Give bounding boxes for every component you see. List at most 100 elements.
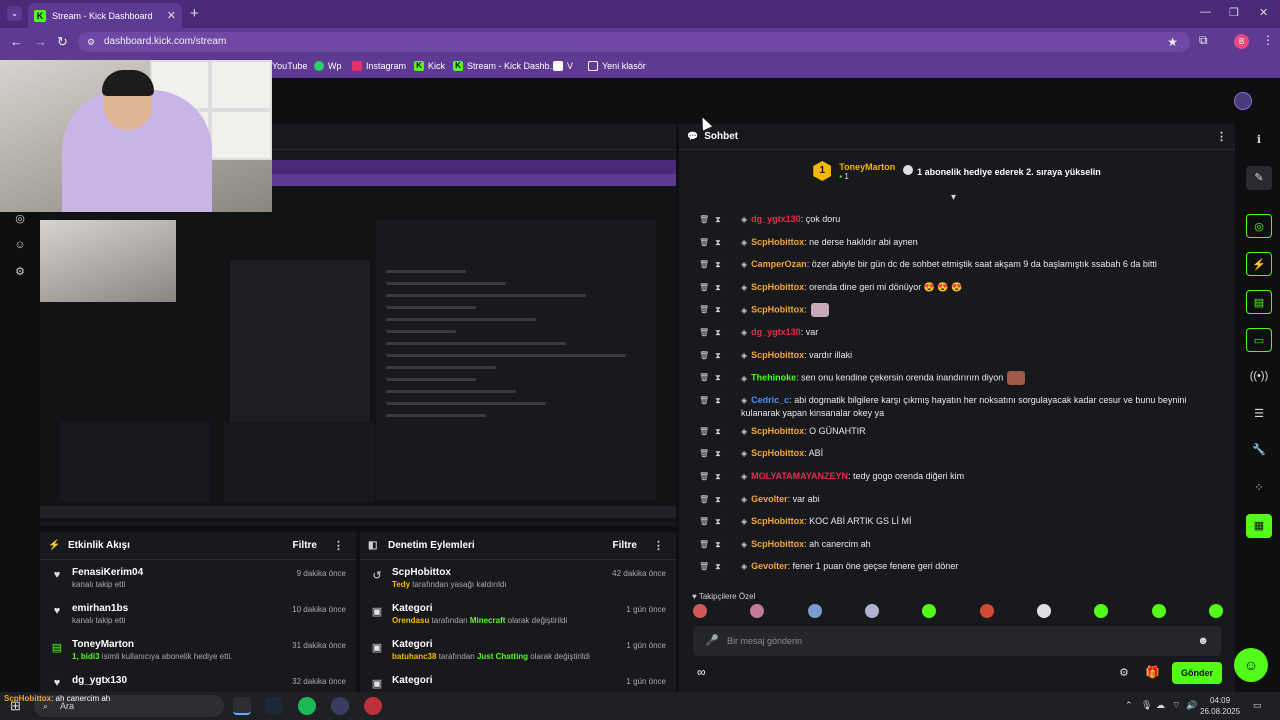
- bookmark-instagram[interactable]: Instagram: [352, 61, 406, 71]
- moderation-actions-icon[interactable]: 🗑⧗: [699, 493, 727, 506]
- chat-username[interactable]: Thehinoke: [751, 373, 796, 383]
- moderation-actions-icon[interactable]: 🗑⧗: [699, 326, 727, 339]
- extensions-icon[interactable]: ⧉: [1199, 33, 1208, 48]
- chat-message[interactable]: 🗑⧗ ◈ Gevolter: fener 1 puan öne geçse fene…: [679, 555, 1219, 578]
- microphone-icon[interactable]: 🎤: [705, 626, 719, 656]
- taskbar-clock[interactable]: 04:09 26.08.2025: [1200, 695, 1240, 717]
- volume-icon[interactable]: 🔊: [1186, 700, 1197, 711]
- chat-username[interactable]: ScpHobittox: [751, 350, 804, 360]
- list-item[interactable]: ♥ FenasiKerim04 kanalı takip etti 9 daki…: [40, 560, 356, 596]
- app-icon[interactable]: [331, 697, 349, 715]
- chat-message[interactable]: 🗑⧗ ◈ ScpHobittox: KOC ABİ ARTIK GS Lİ Mİ: [679, 510, 1219, 533]
- wifi-icon[interactable]: ⌔: [1172, 700, 1180, 711]
- capture-icon[interactable]: ◎: [10, 212, 30, 225]
- moderation-actions-icon[interactable]: 🗑⧗: [699, 515, 727, 528]
- notes-icon[interactable]: ▤: [1246, 290, 1272, 314]
- spotify-app-icon[interactable]: [298, 697, 316, 715]
- chat-username[interactable]: ScpHobittox: [751, 305, 804, 315]
- new-tab-button[interactable]: +: [190, 5, 199, 22]
- steam-app-icon[interactable]: [265, 697, 283, 715]
- edit-icon[interactable]: ✎: [1246, 166, 1272, 190]
- reload-icon[interactable]: ↻: [57, 34, 68, 50]
- info-icon[interactable]: ℹ: [1246, 128, 1272, 152]
- settings-icon[interactable]: ⚙: [10, 265, 30, 278]
- support-chat-button[interactable]: ☺: [1234, 648, 1268, 682]
- forward-icon[interactable]: →: [34, 34, 47, 49]
- chat-message[interactable]: 🗑⧗ ◈ ScpHobittox: O GÜNAHTIR: [679, 420, 1219, 443]
- emote-icon[interactable]: [979, 604, 994, 618]
- bookmark-folder[interactable]: Yeni klasör: [588, 61, 646, 71]
- minimize-icon[interactable]: —: [1200, 6, 1211, 18]
- moderation-actions-icon[interactable]: 🗑⧗: [699, 371, 727, 384]
- chat-username[interactable]: Cedric_c: [751, 395, 789, 405]
- emote-icon[interactable]: [693, 604, 707, 618]
- chat-message[interactable]: 🗑⧗ ◈ CamperOzan: özer abiyle bir gün dc de…: [679, 253, 1219, 276]
- bookmark-wp[interactable]: Wp: [314, 61, 342, 71]
- moderation-actions-icon[interactable]: 🗑⧗: [699, 258, 727, 271]
- emote-icon[interactable]: [1208, 604, 1223, 618]
- close-window-icon[interactable]: ✕: [1259, 6, 1268, 19]
- list-item[interactable]: ↺ ScpHobittox Tedy tarafından yasağı kal…: [360, 560, 676, 596]
- chat-username[interactable]: Gevolter: [751, 561, 788, 571]
- chat-username[interactable]: ScpHobittox: [751, 426, 804, 436]
- obs-app-icon[interactable]: [364, 697, 382, 715]
- emote-icon[interactable]: [1151, 604, 1166, 618]
- mic-tray-icon[interactable]: 🎙: [1141, 700, 1152, 711]
- browser-tab[interactable]: K Stream - Kick Dashboard ✕: [28, 3, 182, 28]
- tab-search-button[interactable]: ⌄: [7, 6, 22, 21]
- kick-points-icon[interactable]: ∞: [697, 665, 706, 679]
- capture-icon[interactable]: ◎: [1246, 214, 1272, 238]
- layers-icon[interactable]: ☰: [1246, 402, 1272, 426]
- chat-message[interactable]: 🗑⧗ ◈ ScpHobittox: ne derse haklıdır abi ay…: [679, 231, 1219, 254]
- bookmark-kick[interactable]: K Kick: [414, 61, 445, 71]
- chat-message[interactable]: 🗑⧗ ◈ Cedric_c: abi dogmatik bilgilere karş…: [679, 389, 1219, 420]
- chat-message[interactable]: 🗑⧗ ◈ ScpHobittox: ah canercim ah: [679, 533, 1219, 556]
- moderation-actions-icon[interactable]: 🗑⧗: [699, 538, 727, 551]
- dots-icon[interactable]: ⁘: [1246, 476, 1272, 500]
- chat-username[interactable]: ScpHobittox: [751, 448, 804, 458]
- gift-leaderboard-banner[interactable]: 1 ToneyMarton ▪ 1 1 abonelik hediye eder…: [679, 152, 1235, 190]
- moderation-actions-icon[interactable]: 🗑⧗: [699, 447, 727, 460]
- chat-username[interactable]: ScpHobittox: [751, 539, 804, 549]
- chat-settings-icon[interactable]: ⚙: [1119, 666, 1129, 679]
- clapper-icon[interactable]: ▦: [1246, 514, 1272, 538]
- list-item[interactable]: ♥ emirhan1bs kanalı takip etti 10 dakika…: [40, 596, 356, 632]
- notification-icon[interactable]: ▭: [1253, 700, 1262, 711]
- activity-filter-button[interactable]: Filtre: [293, 540, 317, 551]
- chat-username[interactable]: MOLYATAMAYANZEYN: [751, 471, 848, 481]
- emoji-icon[interactable]: ☻: [1197, 626, 1209, 656]
- moderation-actions-icon[interactable]: 🗑⧗: [699, 425, 727, 438]
- moderation-menu-icon[interactable]: ⋮: [653, 539, 664, 552]
- onedrive-icon[interactable]: ☁: [1156, 700, 1165, 711]
- chat-message[interactable]: 🗑⧗ ◈ MOLYATAMAYANZEYN: tedy gogo orenda di…: [679, 465, 1219, 488]
- bookmark-star-icon[interactable]: ★: [1167, 32, 1178, 52]
- stream-preview-video[interactable]: [40, 160, 676, 522]
- chat-message[interactable]: 🗑⧗ ◈ dg_ygtx130: çok doru: [679, 208, 1219, 231]
- chat-message-input[interactable]: 🎤 Bir mesaj gönderin ☻: [693, 626, 1221, 656]
- bookmark-stream-dashboard[interactable]: K Stream - Kick Dashb...: [453, 61, 557, 71]
- chat-message[interactable]: 🗑⧗ ◈ Gevolter: var abi: [679, 488, 1219, 511]
- emote-icon[interactable]: [750, 604, 765, 618]
- bookmark-v[interactable]: V: [553, 61, 573, 71]
- chat-menu-icon[interactable]: ⋮: [1216, 130, 1227, 143]
- collapse-banner-icon[interactable]: ▾: [951, 192, 956, 203]
- site-info-icon[interactable]: ⚙: [87, 32, 95, 52]
- emote-icon[interactable]: [922, 604, 937, 618]
- moderation-actions-icon[interactable]: 🗑⧗: [699, 470, 727, 483]
- chat-username[interactable]: Gevolter: [751, 494, 788, 504]
- lightning-icon[interactable]: ⚡: [1246, 252, 1272, 276]
- moderation-actions-icon[interactable]: 🗑⧗: [699, 213, 727, 226]
- moderation-actions-icon[interactable]: 🗑⧗: [699, 303, 727, 316]
- wrench-icon[interactable]: 🔧: [1246, 438, 1272, 462]
- chat-username[interactable]: ScpHobittox: [751, 282, 804, 292]
- emote-icon[interactable]: [864, 604, 879, 618]
- chat-icon[interactable]: ▭: [1246, 328, 1272, 352]
- chrome-app-icon[interactable]: [233, 697, 251, 715]
- broadcast-icon[interactable]: ((•)): [1246, 364, 1272, 388]
- chat-message[interactable]: 🗑⧗ ◈ ScpHobittox:: [679, 298, 1219, 321]
- moderation-filter-button[interactable]: Filtre: [613, 540, 637, 551]
- gift-sub-icon[interactable]: 🎁: [1145, 665, 1160, 679]
- chat-username[interactable]: ScpHobittox: [751, 237, 804, 247]
- list-item[interactable]: ▣ Kategori Orendasu tarafından Minecraft…: [360, 596, 676, 632]
- emote-icon[interactable]: [1036, 604, 1051, 618]
